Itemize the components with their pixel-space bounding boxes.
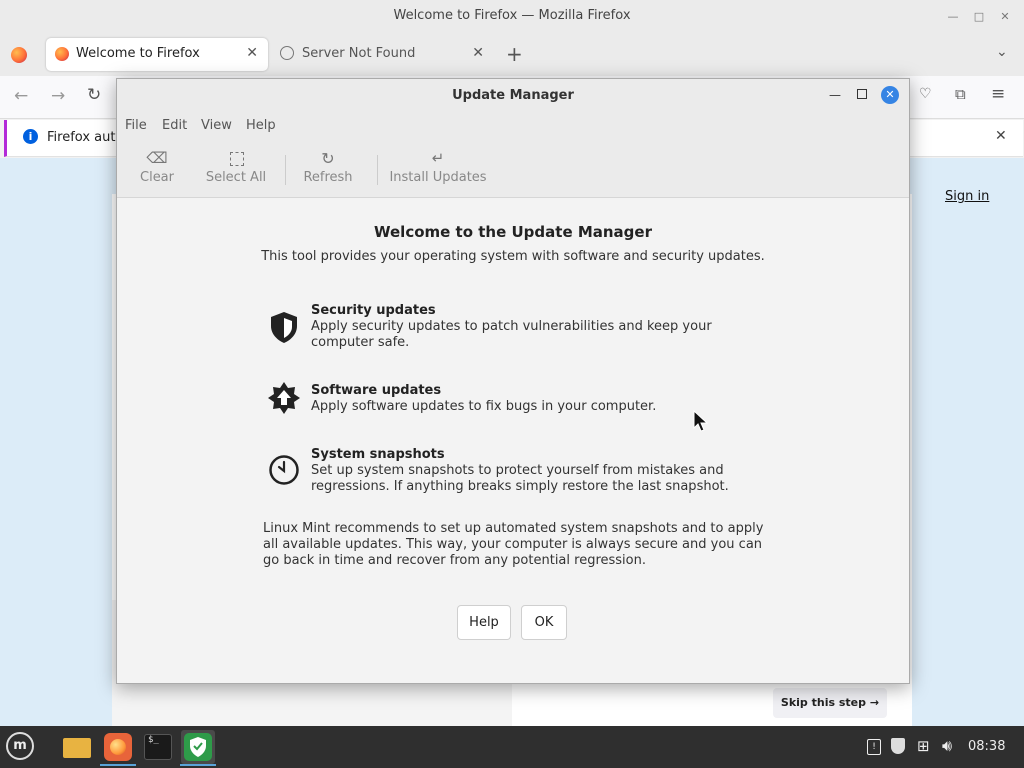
menu-help[interactable]: Help <box>246 118 276 133</box>
shield-icon <box>271 312 297 343</box>
refresh-label: Refresh <box>303 170 353 185</box>
clear-label: Clear <box>140 170 174 185</box>
select-all-icon <box>230 152 244 166</box>
install-icon: ↵ <box>431 149 445 167</box>
close-icon[interactable]: ✕ <box>881 86 899 104</box>
minimize-icon[interactable]: — <box>829 88 841 102</box>
welcome-heading: Welcome to the Update Manager <box>374 223 652 241</box>
firefox-view-icon[interactable] <box>11 47 27 63</box>
extensions-icon[interactable]: ⧉ <box>955 85 966 103</box>
firefox-app-icon[interactable] <box>101 730 135 764</box>
system-snapshots-desc: Set up system snapshots to protect yours… <box>311 463 729 494</box>
skip-step-button[interactable]: Skip this step → <box>773 688 887 718</box>
refresh-button[interactable]: ↻ Refresh <box>301 145 355 191</box>
toolbar-separator <box>285 155 286 185</box>
reload-icon[interactable]: ↻ <box>87 85 101 105</box>
clear-button[interactable]: ⌫ Clear <box>131 145 183 191</box>
firefox-logo-icon <box>110 739 126 755</box>
tab-label: Server Not Found <box>302 46 416 61</box>
toolbar-separator <box>377 155 378 185</box>
terminal-app-icon[interactable]: $_ <box>141 730 175 764</box>
notice-close-icon[interactable]: ✕ <box>995 128 1007 144</box>
maximize-icon[interactable]: □ <box>972 10 986 24</box>
firefox-window-title: Welcome to Firefox — Mozilla Firefox <box>393 8 631 23</box>
software-updates-title: Software updates <box>311 383 442 398</box>
files-app-icon[interactable] <box>60 730 94 764</box>
clock[interactable]: 08:38 <box>968 739 1005 754</box>
recommendation-text: Linux Mint recommends to set up automate… <box>263 521 764 568</box>
app-running-indicator <box>100 764 136 766</box>
network-icon[interactable]: ⊞ <box>917 737 930 755</box>
tab-label: Welcome to Firefox <box>76 46 200 61</box>
folder-icon <box>63 738 91 758</box>
refresh-icon: ↻ <box>321 149 335 168</box>
pocket-icon[interactable]: ♡ <box>919 86 932 102</box>
install-updates-button[interactable]: ↵ Install Updates <box>389 145 487 191</box>
minimize-icon[interactable]: — <box>946 10 960 24</box>
mint-shield-icon <box>184 733 212 761</box>
back-icon[interactable]: ← <box>14 86 28 106</box>
clock-icon <box>269 455 299 485</box>
security-updates-title: Security updates <box>311 303 436 318</box>
tab-server-not-found[interactable]: Server Not Found ✕ <box>272 38 494 71</box>
select-all-button[interactable]: Select All <box>201 145 271 191</box>
system-snapshots-title: System snapshots <box>311 447 445 462</box>
info-icon: i <box>23 129 38 144</box>
update-manager-title: Update Manager <box>452 88 574 103</box>
mint-menu-icon[interactable]: m <box>6 732 34 760</box>
close-icon[interactable]: ✕ <box>998 10 1012 24</box>
tab-close-icon[interactable]: ✕ <box>472 45 484 61</box>
tab-list-icon[interactable]: ⌄ <box>996 44 1008 60</box>
taskbar: m $_ ! ⊞ 🔊︎ 08:38 <box>0 726 1024 768</box>
volume-icon[interactable]: 🔊︎ <box>942 736 952 756</box>
help-button[interactable]: Help <box>457 605 511 640</box>
update-manager-window: Update Manager — ✕ File Edit View Help ⌫… <box>116 78 910 684</box>
welcome-subtitle: This tool provides your operating system… <box>261 249 765 264</box>
globe-icon <box>280 46 294 60</box>
update-shield-icon[interactable] <box>891 738 905 754</box>
menu-file[interactable]: File <box>125 118 147 133</box>
tab-close-icon[interactable]: ✕ <box>246 45 258 61</box>
menu-view[interactable]: View <box>201 118 232 133</box>
security-updates-desc: Apply security updates to patch vulnerab… <box>311 319 712 350</box>
select-all-label: Select All <box>205 170 267 185</box>
menu-icon[interactable]: ≡ <box>991 84 1005 104</box>
firefox-favicon-icon <box>55 47 69 61</box>
forward-icon[interactable]: → <box>51 86 65 106</box>
app-running-indicator <box>180 764 216 766</box>
software-update-icon <box>268 382 300 414</box>
tab-welcome[interactable]: Welcome to Firefox ✕ <box>46 38 268 71</box>
maximize-icon[interactable] <box>857 89 867 99</box>
mouse-cursor-icon <box>693 410 709 432</box>
menu-edit[interactable]: Edit <box>162 118 187 133</box>
terminal-icon: $_ <box>144 734 172 760</box>
new-tab-icon[interactable]: + <box>506 42 523 66</box>
ok-button[interactable]: OK <box>521 605 567 640</box>
clipboard-icon[interactable]: ! <box>867 739 881 755</box>
update-manager-app-icon[interactable] <box>181 730 215 764</box>
sign-in-link[interactable]: Sign in <box>945 189 989 204</box>
notice-text: Firefox auto <box>47 130 124 145</box>
install-updates-label: Install Updates <box>389 170 487 185</box>
eraser-icon: ⌫ <box>146 149 168 167</box>
